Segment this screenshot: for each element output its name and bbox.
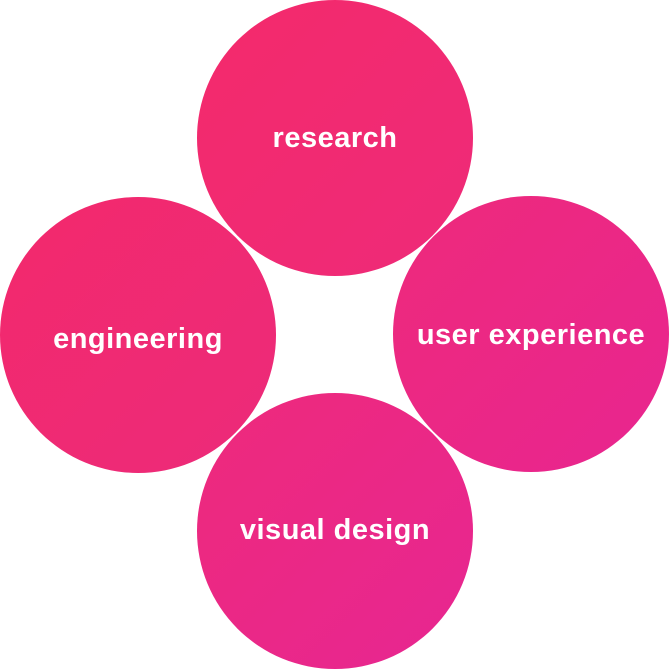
research-label: research [272, 121, 398, 154]
visual-design-label: visual design [239, 513, 431, 546]
four-circle-diagram: research engineering user experience vis… [0, 0, 669, 670]
user-experience-circle: user experience [393, 196, 669, 472]
engineering-label: engineering [53, 322, 223, 355]
visual-design-circle: visual design [197, 393, 473, 669]
research-circle: research [197, 0, 473, 276]
user-experience-label: user experience [416, 318, 646, 351]
engineering-circle: engineering [0, 197, 276, 473]
